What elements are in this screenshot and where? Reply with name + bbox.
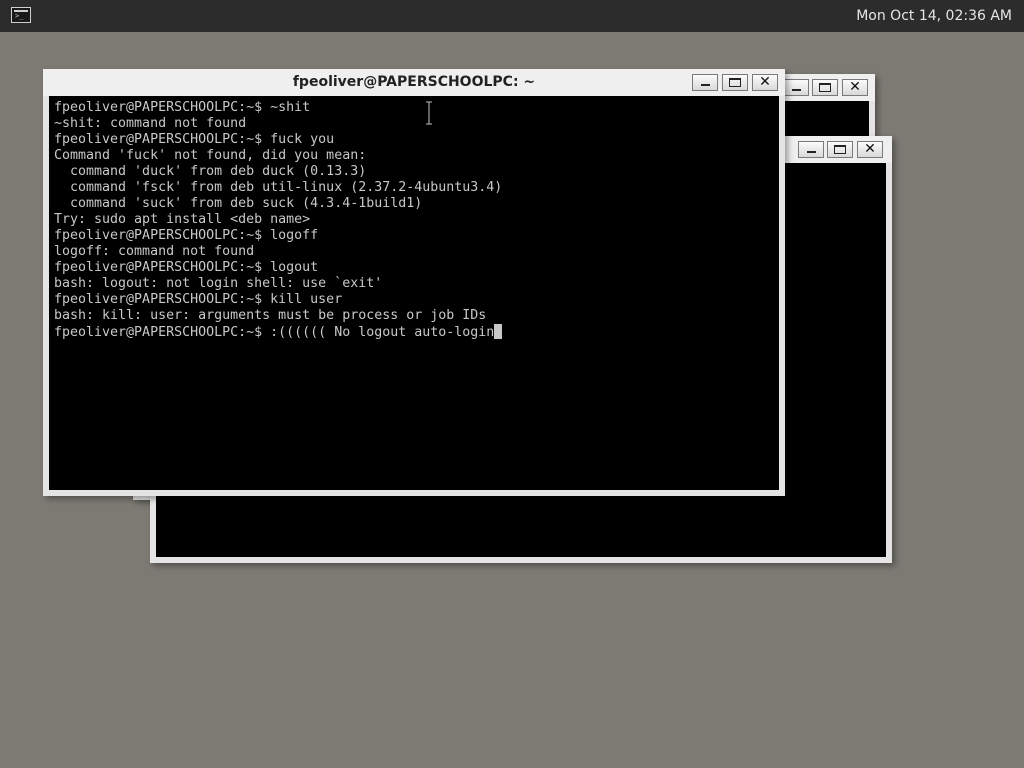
close-icon: ✕ (849, 79, 861, 95)
terminal-line: command 'suck' from deb suck (4.3.4-1bui… (54, 196, 423, 211)
clock[interactable]: Mon Oct 14, 02:36 AM (856, 0, 1012, 32)
terminal-area[interactable]: fpeoliver@PAPERSCHOOLPC:~$ ~shit ~shit: … (49, 96, 779, 490)
terminal-line: fpeoliver@PAPERSCHOOLPC:~$ logoff (54, 228, 319, 243)
terminal-input-line[interactable]: fpeoliver@PAPERSCHOOLPC:~$ :(((((( No lo… (54, 325, 494, 340)
terminal-window-front[interactable]: fpeoliver@PAPERSCHOOLPC: ~ ✕ fpeoliver@P… (43, 69, 785, 496)
terminal-line: fpeoliver@PAPERSCHOOLPC:~$ kill user (54, 292, 343, 307)
close-icon: ✕ (864, 141, 876, 157)
maximize-button[interactable] (827, 141, 853, 158)
terminal-line: bash: logout: not login shell: use `exit… (54, 276, 383, 291)
terminal-line: command 'fsck' from deb util-linux (2.37… (54, 180, 503, 195)
titlebar[interactable]: fpeoliver@PAPERSCHOOLPC: ~ (43, 69, 785, 96)
top-panel: >_ Mon Oct 14, 02:36 AM (0, 0, 1024, 32)
text-cursor-icon (426, 101, 432, 125)
terminal-line: ~shit: command not found (54, 116, 247, 131)
terminal-cursor (494, 324, 503, 339)
minimize-button[interactable] (783, 79, 809, 96)
terminal-line: fpeoliver@PAPERSCHOOLPC:~$ ~shit (54, 100, 311, 115)
terminal-output[interactable]: fpeoliver@PAPERSCHOOLPC:~$ ~shit ~shit: … (54, 100, 774, 341)
minimize-button[interactable] (692, 74, 718, 91)
window-title: fpeoliver@PAPERSCHOOLPC: ~ (292, 74, 536, 90)
terminal-icon[interactable]: >_ (11, 7, 31, 23)
maximize-button[interactable] (722, 74, 748, 91)
close-button[interactable]: ✕ (752, 74, 778, 91)
terminal-line: command 'duck' from deb duck (0.13.3) (54, 164, 367, 179)
terminal-line: Try: sudo apt install <deb name> (54, 212, 311, 227)
terminal-line: logoff: command not found (54, 244, 255, 259)
close-button[interactable]: ✕ (857, 141, 883, 158)
terminal-line: bash: kill: user: arguments must be proc… (54, 308, 487, 323)
minimize-button[interactable] (798, 141, 824, 158)
terminal-icon-glyph: >_ (15, 12, 24, 20)
terminal-line: fpeoliver@PAPERSCHOOLPC:~$ logout (54, 260, 319, 275)
maximize-button[interactable] (812, 79, 838, 96)
terminal-line: Command 'fuck' not found, did you mean: (54, 148, 367, 163)
terminal-line: fpeoliver@PAPERSCHOOLPC:~$ fuck you (54, 132, 335, 147)
close-icon: ✕ (759, 74, 771, 90)
close-button[interactable]: ✕ (842, 79, 868, 96)
